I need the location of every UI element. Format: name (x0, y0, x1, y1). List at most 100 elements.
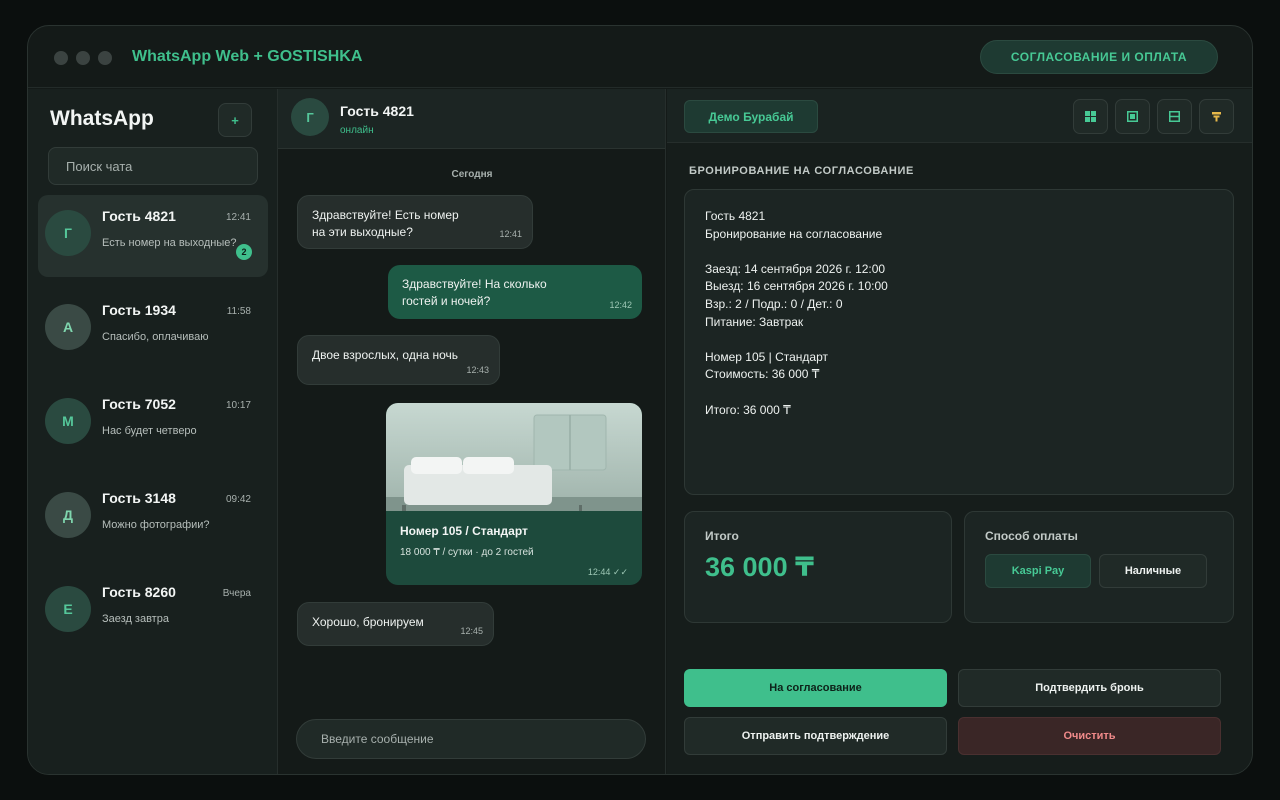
maximize-window-button[interactable] (98, 51, 112, 65)
chat-name: Гость 7052 (102, 396, 176, 412)
summary-line (705, 331, 1213, 349)
summary-line (705, 243, 1213, 261)
message-input[interactable]: Введите сообщение (296, 719, 646, 759)
chat-list-item[interactable]: Г Гость 4821 12:41 Есть номер на выходны… (38, 195, 268, 277)
chat-preview: Нас будет четверо (102, 425, 197, 437)
grid-icon (1085, 111, 1096, 122)
avatar: Д (45, 492, 91, 538)
demo-property-button[interactable]: Демо Бурабай (684, 100, 818, 133)
send-for-approval-button[interactable]: На согласование (684, 669, 947, 707)
chat-name: Гость 4821 (102, 208, 176, 224)
app-title: WhatsApp Web + GOSTISHKA (132, 48, 363, 65)
room-card-title: Номер 105 / Стандарт (400, 524, 528, 538)
app-window: WhatsApp Web + GOSTISHKA СОГЛАСОВАНИЕ И … (27, 25, 1253, 775)
summary-line (705, 384, 1213, 402)
message-time: 12:45 (460, 626, 483, 636)
pin-icon (1212, 112, 1221, 122)
cash-button[interactable]: Наличные (1099, 554, 1207, 588)
chat-list-item[interactable]: Е Гость 8260 Вчера Заезд завтра (38, 571, 268, 653)
chat-list-item[interactable]: А Гость 1934 11:58 Спасибо, оплачиваю (38, 289, 268, 371)
chat-name: Гость 8260 (102, 584, 176, 600)
list-icon (1169, 111, 1180, 122)
summary-line: Бронирование на согласование (705, 226, 883, 241)
message-text: Двое взрослых, одна ночь (312, 348, 459, 362)
avatar: Е (45, 586, 91, 632)
sidebar-title: WhatsApp (50, 107, 154, 130)
message-time: 12:42 (609, 300, 632, 310)
message-incoming: Двое взрослых, одна ночь 12:43 (297, 335, 500, 385)
chat-preview: Заезд завтра (102, 613, 169, 625)
frame-view-button[interactable] (1115, 99, 1150, 134)
frame-icon (1127, 111, 1138, 122)
close-window-button[interactable] (54, 51, 68, 65)
chat-name: Гость 1934 (102, 302, 176, 318)
chat-name: Гость 3148 (102, 490, 176, 506)
room-card[interactable]: Номер 105 / Стандарт 18 000 ₸ / сутки · … (386, 403, 642, 585)
chat-list-item[interactable]: М Гость 7052 10:17 Нас будет четверо (38, 383, 268, 465)
clear-button[interactable]: Очистить (958, 717, 1221, 755)
message-incoming: Хорошо, бронируем 12:45 (297, 602, 494, 646)
title-bar: WhatsApp Web + GOSTISHKA СОГЛАСОВАНИЕ И … (28, 26, 1252, 88)
unread-badge: 2 (236, 244, 252, 260)
summary-line: Гость 4821 (705, 209, 766, 223)
message-text: Хорошо, бронируем (312, 615, 424, 629)
summary-line: Итого: 36 000 ₸ (705, 402, 791, 417)
sidebar: WhatsApp + Поиск чата Г Гость 4821 12:41… (28, 89, 278, 774)
avatar: М (45, 398, 91, 444)
room-photo (386, 403, 642, 511)
message-incoming: Здравствуйте! Есть номер на эти выходные… (297, 195, 533, 249)
message-text: Здравствуйте! На сколько гостей и ночей? (402, 277, 547, 308)
pin-button[interactable] (1199, 99, 1234, 134)
chat-pane: Г Гость 4821 онлайн Сегодня Здравствуйте… (278, 89, 666, 774)
new-chat-button[interactable]: + (218, 103, 252, 137)
grid-view-button[interactable] (1073, 99, 1108, 134)
summary-line: Номер 105 | Стандарт (705, 349, 828, 364)
contact-name: Гость 4821 (340, 103, 414, 119)
chat-time: 12:41 (225, 212, 251, 223)
payment-method-label: Способ оплаты (985, 529, 1078, 543)
summary-line: Заезд: 14 сентября 2026 г. 12:00 (705, 261, 886, 276)
minimize-window-button[interactable] (76, 51, 90, 65)
chat-time: 11:58 (226, 306, 251, 317)
contact-status: онлайн (340, 125, 374, 136)
summary-line: Питание: Завтрак (705, 314, 804, 329)
message-time: 12:44 ✓✓ (587, 567, 628, 577)
summary-line: Выезд: 16 сентября 2026 г. 10:00 (705, 279, 888, 294)
chat-header: Г Гость 4821 онлайн (278, 89, 665, 149)
approval-payment-button[interactable]: СОГЛАСОВАНИЕ И ОПЛАТА (980, 40, 1218, 74)
avatar: Г (291, 98, 329, 136)
total-box: Итого 36 000 ₸ (684, 511, 952, 623)
chat-time: 10:17 (225, 400, 251, 411)
message-time: 12:43 (466, 365, 489, 375)
message-text: Здравствуйте! Есть номер на эти выходные… (312, 208, 459, 239)
summary-line: Стоимость: 36 000 ₸ (705, 367, 820, 382)
chat-preview: Есть номер на выходные? (102, 237, 237, 249)
chat-time: 09:42 (225, 494, 251, 505)
message-outgoing: Здравствуйте! На сколько гостей и ночей?… (388, 265, 642, 319)
chat-preview: Спасибо, оплачиваю (102, 331, 209, 343)
list-view-button[interactable] (1157, 99, 1192, 134)
panel-heading: БРОНИРОВАНИЕ НА СОГЛАСОВАНИЕ (689, 165, 914, 177)
summary-line: Взр.: 2 / Подр.: 0 / Дет.: 0 (705, 296, 843, 311)
confirm-booking-button[interactable]: Подтвердить бронь (958, 669, 1221, 707)
kaspi-pay-button[interactable]: Kaspi Pay (985, 554, 1091, 588)
payment-method-box: Способ оплаты Kaspi Pay Наличные (964, 511, 1234, 623)
chat-list-item[interactable]: Д Гость 3148 09:42 Можно фотографии? (38, 477, 268, 559)
day-separator: Сегодня (451, 169, 493, 180)
send-confirmation-button[interactable]: Отправить подтверждение (684, 717, 947, 755)
tool-buttons (1073, 99, 1234, 134)
chat-search-input[interactable]: Поиск чата (48, 147, 258, 185)
chat-list: Г Гость 4821 12:41 Есть номер на выходны… (38, 195, 268, 665)
chat-preview: Можно фотографии? (102, 519, 210, 531)
booking-panel: Демо Бурабай БРОНИРОВАНИЕ НА СОГЛАСОВАНИ… (667, 89, 1252, 774)
booking-summary: Гость 4821 Бронирование на согласование … (684, 189, 1234, 495)
total-label: Итого (705, 529, 739, 543)
room-card-subtitle: 18 000 ₸ / сутки · до 2 гостей (400, 547, 534, 558)
avatar: А (45, 304, 91, 350)
chat-time: Вчера (222, 588, 251, 599)
panel-toolbar: Демо Бурабай (667, 89, 1252, 143)
avatar: Г (45, 210, 91, 256)
total-value: 36 000 ₸ (705, 552, 814, 582)
window-controls (54, 51, 112, 65)
message-time: 12:41 (499, 229, 522, 239)
